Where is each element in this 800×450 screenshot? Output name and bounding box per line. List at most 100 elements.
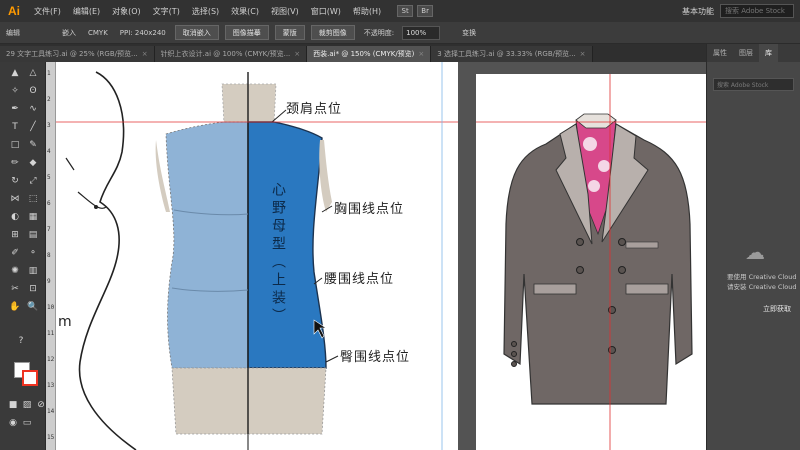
- magic-wand-icon[interactable]: ✧: [8, 84, 22, 98]
- body-outline: [78, 71, 137, 450]
- width-tool-icon[interactable]: ⋈: [8, 192, 22, 206]
- color-mode-info: CMYK: [88, 28, 108, 37]
- jacket-illustration: [476, 74, 706, 450]
- stroke-swatch[interactable]: [22, 370, 38, 386]
- ruler-mark: 8: [47, 252, 51, 259]
- zoom-tool-icon[interactable]: 🔍: [26, 300, 40, 314]
- menu-window[interactable]: 窗口(W): [305, 6, 347, 17]
- shape-builder-icon[interactable]: ◐: [8, 210, 22, 224]
- hip-line-label: 臀围线点位: [340, 350, 411, 365]
- flower-2: [598, 160, 610, 172]
- artboard-jacket[interactable]: [476, 74, 706, 450]
- tab-suit[interactable]: 西装.ai* @ 150% (CMYK/预览) ×: [307, 46, 432, 62]
- button-2: [618, 238, 626, 246]
- nipple-dot: [94, 205, 98, 209]
- rectangle-tool-icon[interactable]: □: [8, 138, 22, 152]
- ruler-mark: 4: [47, 148, 51, 155]
- menu-bar: Ai 文件(F) 编辑(E) 对象(O) 文字(T) 选择(S) 效果(C) 视…: [0, 0, 800, 22]
- opacity-input[interactable]: [402, 25, 441, 40]
- curvature-tool-icon[interactable]: ∿: [26, 102, 40, 116]
- stock-search-input[interactable]: [720, 4, 794, 18]
- menu-file[interactable]: 文件(F): [28, 6, 67, 17]
- eraser-icon[interactable]: ◆: [26, 156, 40, 170]
- ruler-mark: 9: [47, 278, 51, 285]
- canvas-area[interactable]: 颈肩点位 胸围线点位 腰围线点位 臀围线点位 心野母型（上装） m: [56, 62, 706, 450]
- tab-properties[interactable]: 属性: [707, 48, 733, 58]
- hand-tool-icon[interactable]: ✋: [8, 300, 22, 314]
- menu-edit[interactable]: 编辑(E): [67, 6, 106, 17]
- lasso-icon[interactable]: ʘ: [26, 84, 40, 98]
- crop-image-button[interactable]: 裁剪图像: [310, 25, 355, 40]
- tools-panel: ▲ △ ✧ ʘ ✒ ∿ T ╱ □ ✎ ✏ ◆ ↻ ⤢ ⋈ ⬚ ◐ ▦ ⊞ ▤ …: [0, 62, 46, 450]
- mannequin-hips: [171, 367, 327, 435]
- tab-select-tool-practice[interactable]: 3 选择工具练习.ai @ 33.33% (RGB/预览... ×: [431, 46, 593, 62]
- ruler-mark: 10: [47, 304, 55, 311]
- close-icon[interactable]: ×: [294, 50, 300, 58]
- mesh-tool-icon[interactable]: ⊞: [8, 228, 22, 242]
- cuff-button-1: [511, 341, 517, 347]
- direct-selection-tool-icon[interactable]: △: [26, 66, 40, 80]
- rotate-tool-icon[interactable]: ↻: [8, 174, 22, 188]
- draw-mode-icon[interactable]: ◉: [6, 416, 20, 430]
- menu-select[interactable]: 选择(S): [186, 6, 225, 17]
- selection-tool-icon[interactable]: ▲: [8, 66, 22, 80]
- document-tabs: 29 文字工具练习.ai @ 25% (RGB/预览... × 针织上衣设计.ai…: [0, 44, 706, 62]
- menu-help[interactable]: 帮助(H): [347, 6, 387, 17]
- prototype-label: 心野母型（上装）: [270, 182, 286, 326]
- mask-button[interactable]: 蒙版: [274, 25, 305, 40]
- get-cc-link[interactable]: 立即获取: [763, 304, 791, 314]
- button-5: [608, 306, 616, 314]
- close-icon[interactable]: ×: [418, 50, 424, 58]
- gradient-mode-icon[interactable]: ▨: [20, 398, 34, 412]
- neck-shoulder-label: 颈肩点位: [286, 102, 343, 117]
- ruler-mark: 7: [47, 226, 51, 233]
- menu-view[interactable]: 视图(V): [265, 6, 305, 17]
- transform-link[interactable]: 变换: [456, 28, 482, 38]
- artboard-bodice[interactable]: 颈肩点位 胸围线点位 腰围线点位 臀围线点位 心野母型（上装） m: [56, 62, 458, 450]
- blend-tool-icon[interactable]: ⚬: [26, 246, 40, 260]
- button-6: [608, 346, 616, 354]
- type-tool-icon[interactable]: T: [8, 120, 22, 134]
- menu-type[interactable]: 文字(T): [147, 6, 186, 17]
- screen-mode-icon[interactable]: ▭: [20, 416, 34, 430]
- right-panel: 属性 图层 库 搜索 Adobe Stock ☁ 要使用 Creative Cl…: [706, 44, 800, 450]
- pen-tool-icon[interactable]: ✒: [8, 102, 22, 116]
- ruler-mark: 14: [47, 408, 55, 415]
- tab-libraries[interactable]: 库: [759, 44, 778, 62]
- pencil-icon[interactable]: ✏: [8, 156, 22, 170]
- flower-3: [588, 180, 600, 192]
- perspective-grid-icon[interactable]: ▦: [26, 210, 40, 224]
- ruler-mark: 15: [47, 434, 55, 441]
- paintbrush-icon[interactable]: ✎: [26, 138, 40, 152]
- stock-icon[interactable]: St: [397, 5, 414, 17]
- menu-object[interactable]: 对象(O): [106, 6, 147, 17]
- button-4: [618, 266, 626, 274]
- cancel-embed-button[interactable]: 取消嵌入: [174, 25, 219, 40]
- library-search-input[interactable]: 搜索 Adobe Stock: [713, 78, 794, 91]
- bridge-icon[interactable]: Br: [417, 5, 434, 17]
- free-transform-icon[interactable]: ⬚: [26, 192, 40, 206]
- chest-line-label: 胸围线点位: [334, 202, 405, 217]
- color-mode-icon[interactable]: ■: [6, 398, 20, 412]
- line-tool-icon[interactable]: ╱: [26, 120, 40, 134]
- close-icon[interactable]: ×: [142, 50, 148, 58]
- tab-text-tool-practice[interactable]: 29 文字工具练习.ai @ 25% (RGB/预览... ×: [0, 46, 155, 62]
- gradient-tool-icon[interactable]: ▤: [26, 228, 40, 242]
- button-1: [576, 238, 584, 246]
- eyedropper-icon[interactable]: ✐: [8, 246, 22, 260]
- button-3: [576, 266, 584, 274]
- slice-tool-icon[interactable]: ✂: [8, 282, 22, 296]
- column-graph-icon[interactable]: ▥: [26, 264, 40, 278]
- symbol-sprayer-icon[interactable]: ✺: [8, 264, 22, 278]
- image-trace-button[interactable]: 图像描摹: [224, 25, 269, 40]
- question-icon[interactable]: ?: [14, 334, 28, 348]
- workspace-switcher[interactable]: 基本功能: [682, 6, 714, 17]
- artboard-tool-icon[interactable]: ⊡: [26, 282, 40, 296]
- scale-tool-icon[interactable]: ⤢: [26, 174, 40, 188]
- bust-line: [77, 191, 107, 209]
- tab-knit-top-design[interactable]: 针织上衣设计.ai @ 100% (CMYK/预览... ×: [154, 46, 308, 62]
- menu-effect[interactable]: 效果(C): [225, 6, 265, 17]
- tab-layers[interactable]: 图层: [733, 48, 759, 58]
- close-icon[interactable]: ×: [580, 50, 586, 58]
- ppi-info: PPI: 240x240: [119, 28, 166, 37]
